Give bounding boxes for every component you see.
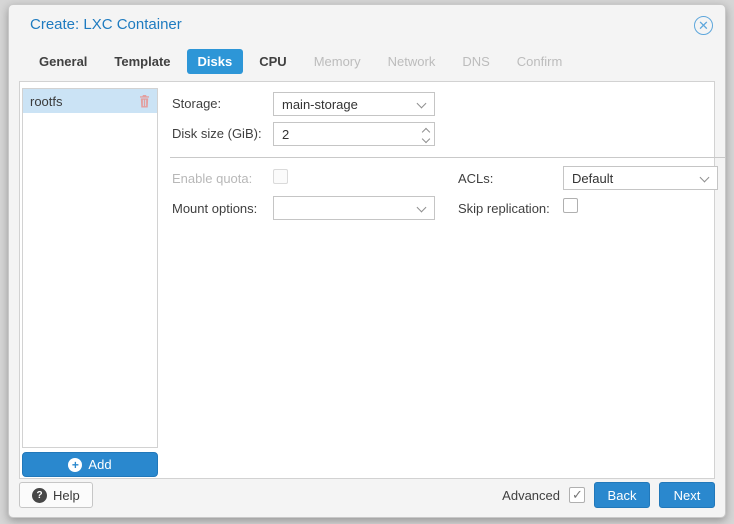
acls-select[interactable]: Default xyxy=(563,166,718,190)
list-item-rootfs[interactable]: rootfs xyxy=(23,89,157,113)
tab-memory: Memory xyxy=(313,54,361,69)
storage-select[interactable]: main-storage xyxy=(273,92,435,116)
close-icon[interactable]: ✕ xyxy=(694,16,713,35)
add-mountpoint-button[interactable]: + Add xyxy=(22,452,158,477)
next-button[interactable]: Next xyxy=(659,482,715,508)
question-icon: ? xyxy=(32,487,47,503)
chevron-down-icon xyxy=(699,172,710,183)
help-button[interactable]: ? Help xyxy=(19,482,93,508)
mountpoint-list: rootfs xyxy=(22,88,158,448)
dialog-footer: ? Help Advanced Back Next xyxy=(19,481,715,509)
trash-icon[interactable] xyxy=(139,94,150,108)
back-button[interactable]: Back xyxy=(594,482,650,508)
acls-label: ACLs: xyxy=(458,171,494,186)
help-button-label: Help xyxy=(53,487,80,503)
tab-network: Network xyxy=(387,54,436,69)
tab-template[interactable]: Template xyxy=(103,49,181,74)
skip-replication-checkbox[interactable] xyxy=(563,198,578,213)
enable-quota-checkbox xyxy=(273,169,288,184)
tab-dns: DNS xyxy=(462,54,490,69)
spinner-down-icon[interactable] xyxy=(421,134,431,144)
acls-value: Default xyxy=(572,170,614,186)
advanced-checkbox[interactable] xyxy=(569,487,585,503)
disk-size-input[interactable] xyxy=(273,122,435,146)
skip-replication-label: Skip replication: xyxy=(458,201,550,216)
disks-tab-panel: rootfs + Add Storage: main-storage Disk … xyxy=(19,81,726,479)
add-button-label: Add xyxy=(88,457,112,472)
mount-options-select[interactable] xyxy=(273,196,435,220)
advanced-label: Advanced xyxy=(502,487,560,503)
enable-quota-label: Enable quota: xyxy=(172,171,253,186)
spinner-up-icon[interactable] xyxy=(421,127,431,137)
create-lxc-dialog: Create: LXC Container ✕ General Template… xyxy=(8,4,726,518)
dialog-title: Create: LXC Container xyxy=(30,16,182,33)
tab-general[interactable]: General xyxy=(28,49,98,74)
disk-size-label: Disk size (GiB): xyxy=(172,126,262,141)
advanced-section-divider xyxy=(170,157,726,158)
plus-circle-icon: + xyxy=(68,457,83,472)
storage-label: Storage: xyxy=(172,96,222,111)
wizard-tabs: General Template Disks CPU Memory Networ… xyxy=(28,49,573,74)
mount-options-label: Mount options: xyxy=(172,201,258,216)
tab-cpu[interactable]: CPU xyxy=(248,49,297,74)
chevron-down-icon xyxy=(416,98,427,109)
mountpoint-label: rootfs xyxy=(30,93,63,109)
tab-confirm: Confirm xyxy=(516,54,563,69)
storage-value: main-storage xyxy=(282,96,358,112)
tab-disks[interactable]: Disks xyxy=(186,49,244,74)
chevron-down-icon xyxy=(416,202,427,213)
